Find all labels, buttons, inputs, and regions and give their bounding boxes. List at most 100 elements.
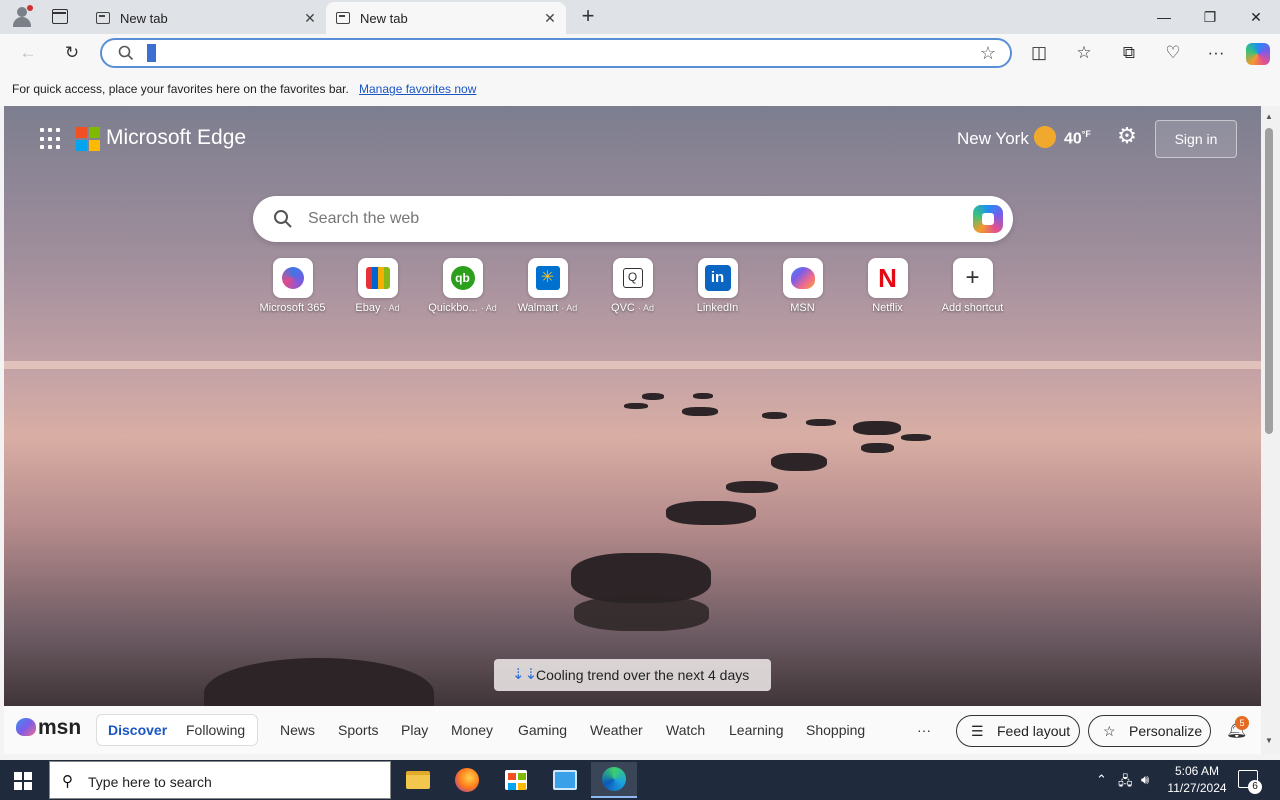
copilot-icon[interactable] <box>1246 43 1270 65</box>
manage-favorites-link[interactable]: Manage favorites now <box>359 82 476 96</box>
tab-actions-icon[interactable] <box>52 9 68 24</box>
background-stone <box>574 596 709 631</box>
scrollbar-thumb[interactable] <box>1265 128 1273 434</box>
nav-weather[interactable]: Weather <box>590 722 643 738</box>
quickbooks-icon: qb <box>442 258 483 298</box>
gear-icon[interactable]: ⚙ <box>1114 123 1140 149</box>
shortcut-qvc[interactable]: Q QVC · Ad <box>590 258 675 314</box>
plus-icon: + <box>952 258 993 298</box>
nav-news[interactable]: News <box>280 722 315 738</box>
weather-trend-banner[interactable]: ⇣⇣ Cooling trend over the next 4 days <box>494 659 771 691</box>
clock-time: 5:06 AM <box>1174 764 1220 778</box>
shortcut-walmart[interactable]: ✳ Walmart · Ad <box>505 258 590 314</box>
windows-start-icon[interactable] <box>14 772 32 790</box>
brand-title: Microsoft Edge <box>106 126 247 149</box>
search-icon <box>274 210 292 228</box>
shortcut-ebay[interactable]: Ebay · Ad <box>335 258 420 314</box>
shortcut-label: Netflix <box>872 302 903 314</box>
background-horizon <box>4 361 1261 369</box>
microsoft-store-icon[interactable] <box>493 762 539 798</box>
msn-logo[interactable]: msn <box>16 716 81 740</box>
file-explorer-icon[interactable] <box>395 762 441 798</box>
address-bar[interactable]: ☆ <box>100 38 1012 68</box>
background-stone <box>204 658 434 706</box>
sign-in-button[interactable]: Sign in <box>1155 120 1237 158</box>
background-stone <box>693 393 713 399</box>
shortcut-microsoft-365[interactable]: Microsoft 365 <box>250 258 335 314</box>
web-search-box[interactable]: Search the web <box>253 196 1013 242</box>
msn-butterfly-icon <box>16 718 36 736</box>
tab-title: New tab <box>120 10 168 26</box>
weather-moon-icon <box>1034 126 1056 148</box>
network-icon[interactable]: 🖧︎ <box>1118 772 1133 794</box>
tab-discover[interactable]: Discover <box>108 722 167 738</box>
back-icon[interactable]: ← <box>13 38 43 68</box>
nav-watch[interactable]: Watch <box>666 722 705 738</box>
msn-icon <box>782 258 823 298</box>
background-stone <box>682 407 718 416</box>
tab-new-tab-1[interactable]: New tab ✕ <box>86 2 326 34</box>
shortcut-quickbooks[interactable]: qb Quickbo... · Ad <box>420 258 505 314</box>
shortcut-label: LinkedIn <box>696 302 739 314</box>
tab-new-tab-2[interactable]: New tab ✕ <box>326 2 566 34</box>
edge-taskbar-icon[interactable] <box>591 762 637 798</box>
favorite-star-icon[interactable]: ☆ <box>980 43 996 64</box>
feed-layout-button[interactable]: ☰ Feed layout <box>956 715 1080 747</box>
ad-label: · Ad <box>383 303 400 313</box>
taskbar-search-input[interactable]: Type here to search <box>88 774 212 790</box>
firefox-icon[interactable] <box>444 762 490 798</box>
close-window-button[interactable]: ✕ <box>1233 0 1279 34</box>
apps-launcher-icon[interactable] <box>40 128 62 150</box>
nav-gaming[interactable]: Gaming <box>518 722 567 738</box>
restore-button[interactable]: ❐ <box>1187 0 1233 34</box>
page-scrollbar[interactable]: ▲ ▼ <box>1261 106 1280 754</box>
notification-badge: 5 <box>1235 716 1249 730</box>
tray-chevron-icon[interactable]: ⌃ <box>1096 772 1107 788</box>
scroll-up-icon[interactable]: ▲ <box>1265 112 1273 121</box>
shortcut-label: Walmart <box>517 302 559 314</box>
profile-avatar[interactable] <box>12 5 33 27</box>
refresh-icon[interactable]: ↻ <box>57 38 87 68</box>
favorites-icon[interactable]: ☆ <box>1069 38 1099 68</box>
personalize-button[interactable]: ☆ Personalize <box>1088 715 1211 747</box>
copilot-icon[interactable] <box>973 205 1003 233</box>
tab-strip: New tab ✕ New tab ✕ + — ❐ ✕ <box>0 0 1280 34</box>
microsoft-logo <box>76 127 100 151</box>
netflix-icon: N <box>867 258 908 298</box>
nav-money[interactable]: Money <box>451 722 493 738</box>
web-search-input[interactable]: Search the web <box>308 210 419 228</box>
shortcut-label: Quickbo... <box>428 302 478 314</box>
ad-label: · Ad <box>480 303 497 313</box>
close-tab-icon[interactable]: ✕ <box>542 10 558 26</box>
nav-learning[interactable]: Learning <box>729 722 784 738</box>
shortcut-add[interactable]: + Add shortcut <box>930 258 1015 314</box>
tab-following[interactable]: Following <box>186 722 245 738</box>
shortcut-netflix[interactable]: N Netflix <box>845 258 930 314</box>
address-input[interactable] <box>147 44 156 62</box>
page-icon <box>96 12 110 24</box>
search-icon: ⚲ <box>62 773 73 790</box>
shortcut-label: Ebay <box>355 302 381 314</box>
nav-shopping[interactable]: Shopping <box>806 722 865 738</box>
nav-play[interactable]: Play <box>401 722 428 738</box>
new-tab-button[interactable]: + <box>576 4 600 28</box>
volume-icon[interactable]: 🔊︎ <box>1141 772 1149 788</box>
more-options-icon[interactable]: ··· <box>1201 38 1231 68</box>
browser-essentials-icon[interactable]: ♡ <box>1158 38 1188 68</box>
minimize-button[interactable]: — <box>1141 0 1187 34</box>
taskbar-search-box[interactable]: ⚲ Type here to search <box>49 761 391 799</box>
shortcut-msn[interactable]: MSN <box>760 258 845 314</box>
split-screen-icon[interactable]: ◫ <box>1024 38 1054 68</box>
nav-sports[interactable]: Sports <box>338 722 378 738</box>
shortcut-linkedin[interactable]: in LinkedIn <box>675 258 760 314</box>
close-tab-icon[interactable]: ✕ <box>302 10 318 26</box>
favorites-bar-message: For quick access, place your favorites h… <box>12 82 349 96</box>
taskbar-clock[interactable]: 5:06 AM 11/27/2024 <box>1160 763 1234 797</box>
scroll-down-icon[interactable]: ▼ <box>1265 736 1273 745</box>
more-nav-icon[interactable]: ··· <box>917 722 931 738</box>
shortcut-label: QVC <box>611 302 635 314</box>
remote-desktop-icon[interactable] <box>542 762 588 798</box>
weather-temperature[interactable]: 40°F <box>1064 129 1091 148</box>
weather-city[interactable]: New York <box>957 129 1029 149</box>
collections-icon[interactable]: ⧉ <box>1114 38 1144 68</box>
